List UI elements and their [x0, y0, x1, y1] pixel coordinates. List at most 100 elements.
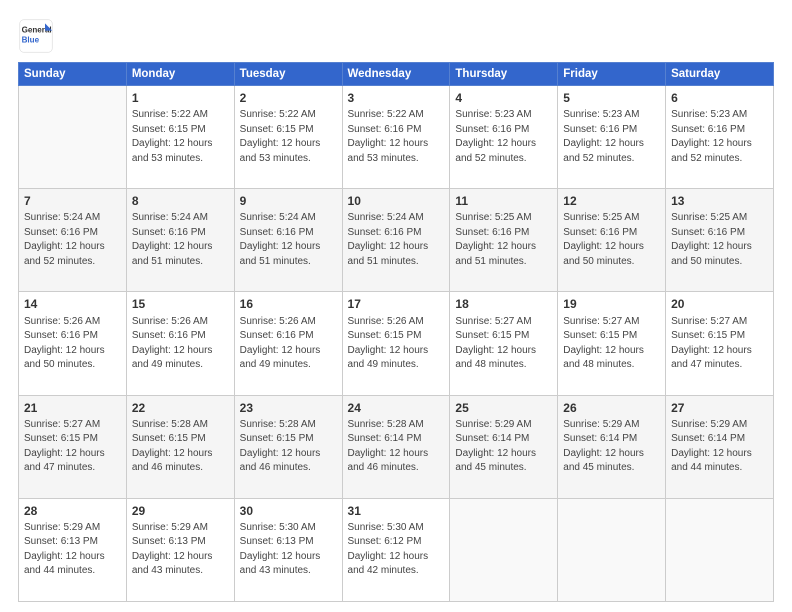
- day-number: 14: [24, 296, 121, 312]
- calendar-cell: 4 Sunrise: 5:23 AMSunset: 6:16 PMDayligh…: [450, 86, 558, 189]
- day-info: Sunrise: 5:26 AMSunset: 6:16 PMDaylight:…: [240, 316, 321, 371]
- day-info: Sunrise: 5:25 AMSunset: 6:16 PMDaylight:…: [671, 212, 752, 267]
- calendar-cell: 7 Sunrise: 5:24 AMSunset: 6:16 PMDayligh…: [19, 189, 127, 292]
- day-number: 19: [563, 296, 660, 312]
- calendar-cell: 31 Sunrise: 5:30 AMSunset: 6:12 PMDaylig…: [342, 498, 450, 601]
- calendar-cell: 3 Sunrise: 5:22 AMSunset: 6:16 PMDayligh…: [342, 86, 450, 189]
- calendar-cell: 22 Sunrise: 5:28 AMSunset: 6:15 PMDaylig…: [126, 395, 234, 498]
- day-number: 27: [671, 400, 768, 416]
- day-info: Sunrise: 5:25 AMSunset: 6:16 PMDaylight:…: [455, 212, 536, 267]
- svg-text:Blue: Blue: [22, 35, 40, 44]
- day-number: 1: [132, 90, 229, 106]
- day-info: Sunrise: 5:27 AMSunset: 6:15 PMDaylight:…: [455, 316, 536, 371]
- day-number: 13: [671, 193, 768, 209]
- calendar-cell: 17 Sunrise: 5:26 AMSunset: 6:15 PMDaylig…: [342, 292, 450, 395]
- day-info: Sunrise: 5:29 AMSunset: 6:13 PMDaylight:…: [24, 522, 105, 577]
- day-info: Sunrise: 5:28 AMSunset: 6:15 PMDaylight:…: [240, 419, 321, 474]
- day-number: 12: [563, 193, 660, 209]
- day-info: Sunrise: 5:29 AMSunset: 6:14 PMDaylight:…: [455, 419, 536, 474]
- day-number: 3: [348, 90, 445, 106]
- calendar-cell: 16 Sunrise: 5:26 AMSunset: 6:16 PMDaylig…: [234, 292, 342, 395]
- calendar-table: SundayMondayTuesdayWednesdayThursdayFrid…: [18, 62, 774, 602]
- day-number: 30: [240, 503, 337, 519]
- day-info: Sunrise: 5:26 AMSunset: 6:15 PMDaylight:…: [348, 316, 429, 371]
- calendar-cell: 19 Sunrise: 5:27 AMSunset: 6:15 PMDaylig…: [558, 292, 666, 395]
- calendar-cell: 28 Sunrise: 5:29 AMSunset: 6:13 PMDaylig…: [19, 498, 127, 601]
- calendar-cell: 11 Sunrise: 5:25 AMSunset: 6:16 PMDaylig…: [450, 189, 558, 292]
- day-number: 24: [348, 400, 445, 416]
- day-number: 23: [240, 400, 337, 416]
- day-number: 10: [348, 193, 445, 209]
- calendar-header-row: SundayMondayTuesdayWednesdayThursdayFrid…: [19, 63, 774, 86]
- calendar-cell: 2 Sunrise: 5:22 AMSunset: 6:15 PMDayligh…: [234, 86, 342, 189]
- day-number: 4: [455, 90, 552, 106]
- day-number: 17: [348, 296, 445, 312]
- calendar-cell: 14 Sunrise: 5:26 AMSunset: 6:16 PMDaylig…: [19, 292, 127, 395]
- day-header-wednesday: Wednesday: [342, 63, 450, 86]
- calendar-cell: [450, 498, 558, 601]
- day-header-tuesday: Tuesday: [234, 63, 342, 86]
- day-info: Sunrise: 5:24 AMSunset: 6:16 PMDaylight:…: [348, 212, 429, 267]
- day-info: Sunrise: 5:29 AMSunset: 6:13 PMDaylight:…: [132, 522, 213, 577]
- calendar-cell: 13 Sunrise: 5:25 AMSunset: 6:16 PMDaylig…: [666, 189, 774, 292]
- day-header-monday: Monday: [126, 63, 234, 86]
- day-number: 28: [24, 503, 121, 519]
- day-info: Sunrise: 5:24 AMSunset: 6:16 PMDaylight:…: [24, 212, 105, 267]
- calendar-cell: 26 Sunrise: 5:29 AMSunset: 6:14 PMDaylig…: [558, 395, 666, 498]
- day-number: 2: [240, 90, 337, 106]
- day-number: 26: [563, 400, 660, 416]
- day-number: 9: [240, 193, 337, 209]
- calendar-week-4: 21 Sunrise: 5:27 AMSunset: 6:15 PMDaylig…: [19, 395, 774, 498]
- day-header-sunday: Sunday: [19, 63, 127, 86]
- calendar-cell: 10 Sunrise: 5:24 AMSunset: 6:16 PMDaylig…: [342, 189, 450, 292]
- logo: General Blue: [18, 18, 54, 54]
- day-info: Sunrise: 5:23 AMSunset: 6:16 PMDaylight:…: [671, 109, 752, 164]
- calendar-cell: [666, 498, 774, 601]
- day-info: Sunrise: 5:27 AMSunset: 6:15 PMDaylight:…: [24, 419, 105, 474]
- day-number: 25: [455, 400, 552, 416]
- day-info: Sunrise: 5:23 AMSunset: 6:16 PMDaylight:…: [563, 109, 644, 164]
- day-number: 18: [455, 296, 552, 312]
- day-number: 11: [455, 193, 552, 209]
- calendar-cell: 20 Sunrise: 5:27 AMSunset: 6:15 PMDaylig…: [666, 292, 774, 395]
- logo-icon: General Blue: [18, 18, 54, 54]
- day-number: 21: [24, 400, 121, 416]
- calendar-cell: 9 Sunrise: 5:24 AMSunset: 6:16 PMDayligh…: [234, 189, 342, 292]
- day-info: Sunrise: 5:27 AMSunset: 6:15 PMDaylight:…: [563, 316, 644, 371]
- calendar-cell: 8 Sunrise: 5:24 AMSunset: 6:16 PMDayligh…: [126, 189, 234, 292]
- day-number: 20: [671, 296, 768, 312]
- calendar-cell: 5 Sunrise: 5:23 AMSunset: 6:16 PMDayligh…: [558, 86, 666, 189]
- day-header-friday: Friday: [558, 63, 666, 86]
- day-number: 22: [132, 400, 229, 416]
- day-info: Sunrise: 5:25 AMSunset: 6:16 PMDaylight:…: [563, 212, 644, 267]
- day-info: Sunrise: 5:24 AMSunset: 6:16 PMDaylight:…: [240, 212, 321, 267]
- day-info: Sunrise: 5:28 AMSunset: 6:14 PMDaylight:…: [348, 419, 429, 474]
- calendar-cell: 29 Sunrise: 5:29 AMSunset: 6:13 PMDaylig…: [126, 498, 234, 601]
- day-number: 6: [671, 90, 768, 106]
- page: General Blue SundayMondayTuesdayWednesda…: [0, 0, 792, 612]
- day-number: 7: [24, 193, 121, 209]
- calendar-cell: 30 Sunrise: 5:30 AMSunset: 6:13 PMDaylig…: [234, 498, 342, 601]
- day-info: Sunrise: 5:27 AMSunset: 6:15 PMDaylight:…: [671, 316, 752, 371]
- calendar-cell: 23 Sunrise: 5:28 AMSunset: 6:15 PMDaylig…: [234, 395, 342, 498]
- calendar-cell: 15 Sunrise: 5:26 AMSunset: 6:16 PMDaylig…: [126, 292, 234, 395]
- calendar-cell: 27 Sunrise: 5:29 AMSunset: 6:14 PMDaylig…: [666, 395, 774, 498]
- day-header-saturday: Saturday: [666, 63, 774, 86]
- day-number: 29: [132, 503, 229, 519]
- calendar-cell: 1 Sunrise: 5:22 AMSunset: 6:15 PMDayligh…: [126, 86, 234, 189]
- day-number: 16: [240, 296, 337, 312]
- day-header-thursday: Thursday: [450, 63, 558, 86]
- day-info: Sunrise: 5:29 AMSunset: 6:14 PMDaylight:…: [563, 419, 644, 474]
- header: General Blue: [18, 18, 774, 54]
- day-number: 15: [132, 296, 229, 312]
- day-info: Sunrise: 5:26 AMSunset: 6:16 PMDaylight:…: [24, 316, 105, 371]
- day-info: Sunrise: 5:28 AMSunset: 6:15 PMDaylight:…: [132, 419, 213, 474]
- calendar-week-3: 14 Sunrise: 5:26 AMSunset: 6:16 PMDaylig…: [19, 292, 774, 395]
- calendar-cell: 12 Sunrise: 5:25 AMSunset: 6:16 PMDaylig…: [558, 189, 666, 292]
- calendar-cell: [19, 86, 127, 189]
- calendar-week-2: 7 Sunrise: 5:24 AMSunset: 6:16 PMDayligh…: [19, 189, 774, 292]
- calendar-cell: [558, 498, 666, 601]
- day-number: 31: [348, 503, 445, 519]
- day-info: Sunrise: 5:23 AMSunset: 6:16 PMDaylight:…: [455, 109, 536, 164]
- day-info: Sunrise: 5:29 AMSunset: 6:14 PMDaylight:…: [671, 419, 752, 474]
